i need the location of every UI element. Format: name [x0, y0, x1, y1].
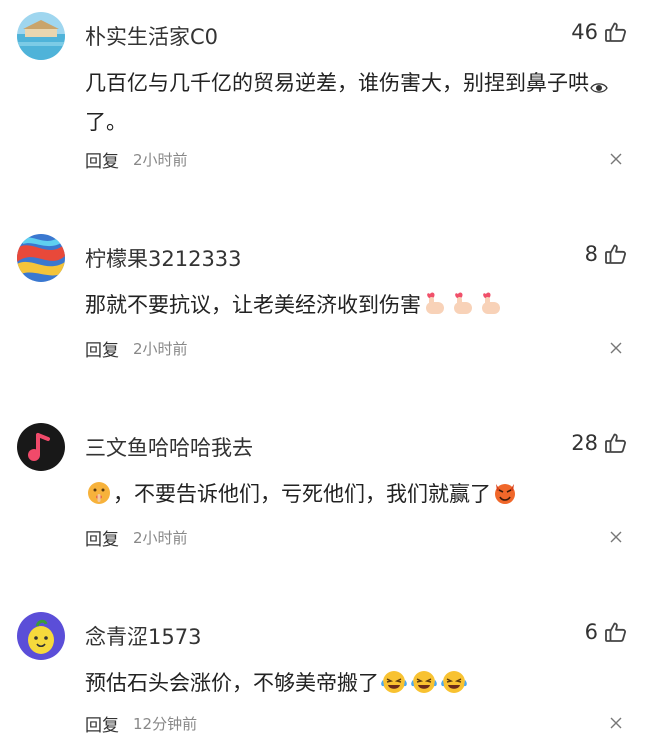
like-button[interactable]: 8 — [585, 242, 628, 266]
timestamp: 12分钟前 — [133, 715, 198, 733]
timestamp: 2小时前 — [133, 340, 188, 358]
comment-text-tail: 了。 — [85, 110, 127, 134]
username[interactable]: 朴实生活家C0 — [85, 21, 218, 51]
devil-emoji — [492, 480, 518, 516]
laughing-tears-emoji — [440, 669, 468, 705]
shushing-face-emoji — [86, 480, 112, 516]
username[interactable]: 念青涩1573 — [85, 621, 201, 651]
like-count: 46 — [571, 20, 598, 44]
comment-text: 那就不要抗议，让老美经济收到伤害 — [85, 288, 630, 327]
finger-heart-emoji — [478, 291, 504, 327]
close-icon[interactable] — [610, 342, 622, 354]
avatar[interactable] — [17, 612, 65, 660]
thumbs-up-icon[interactable] — [604, 242, 628, 266]
eye-emoji — [590, 71, 608, 105]
avatar[interactable] — [17, 234, 65, 282]
laughing-tears-emoji — [380, 669, 408, 705]
comment-text-main: 预估石头会涨价，不够美帝搬了 — [85, 671, 379, 695]
comment-text: 几百亿与几千亿的贸易逆差，谁伤害大，别捏到鼻子哄 了。 — [85, 66, 630, 139]
like-button[interactable]: 28 — [571, 431, 628, 455]
avatar[interactable] — [17, 423, 65, 471]
comment-text: 预估石头会涨价，不够美帝搬了 — [85, 666, 630, 705]
comment-text-main: 那就不要抗议，让老美经济收到伤害 — [85, 293, 421, 317]
comment-meta: 回复 2小时前 — [85, 147, 188, 172]
thumbs-up-icon[interactable] — [604, 20, 628, 44]
like-count: 28 — [571, 431, 598, 455]
comment-text-main: 几百亿与几千亿的贸易逆差，谁伤害大，别捏到鼻子哄 — [85, 71, 589, 95]
thumbs-up-icon[interactable] — [604, 431, 628, 455]
timestamp: 2小时前 — [133, 529, 188, 547]
laughing-tears-emoji — [410, 669, 438, 705]
reply-button[interactable]: 回复 — [85, 336, 119, 361]
timestamp: 2小时前 — [133, 151, 188, 169]
like-button[interactable]: 6 — [585, 620, 628, 644]
avatar[interactable] — [17, 12, 65, 60]
reply-button[interactable]: 回复 — [85, 711, 119, 736]
close-icon[interactable] — [610, 531, 622, 543]
reply-button[interactable]: 回复 — [85, 147, 119, 172]
comment-text: ，不要告诉他们，亏死他们，我们就赢了 — [85, 477, 630, 516]
thumbs-up-icon[interactable] — [604, 620, 628, 644]
username[interactable]: 柠檬果3212333 — [85, 243, 242, 273]
finger-heart-emoji — [450, 291, 476, 327]
username[interactable]: 三文鱼哈哈哈我去 — [85, 432, 253, 462]
comment-meta: 回复 12分钟前 — [85, 711, 197, 736]
comment-text-main: ，不要告诉他们，亏死他们，我们就赢了 — [113, 482, 491, 506]
comment-meta: 回复 2小时前 — [85, 525, 188, 550]
finger-heart-emoji — [422, 291, 448, 327]
close-icon[interactable] — [610, 153, 622, 165]
close-icon[interactable] — [610, 717, 622, 729]
like-count: 6 — [584, 620, 598, 644]
like-count: 8 — [584, 242, 598, 266]
comment-meta: 回复 2小时前 — [85, 336, 188, 361]
like-button[interactable]: 46 — [571, 20, 628, 44]
reply-button[interactable]: 回复 — [85, 525, 119, 550]
